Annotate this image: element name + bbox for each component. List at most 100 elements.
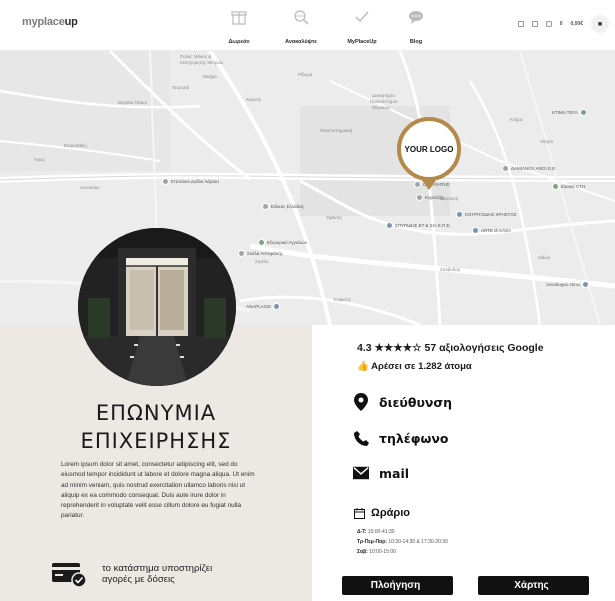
map-label: Πειραιώς	[372, 105, 391, 110]
google-rating[interactable]: 4.3 ★★★★☆ 57 αξιολογήσεις Google	[357, 342, 544, 354]
top-navbar: myplaceup Δωρεάν Ανακαλύψτε MyPlaceUp Bl…	[0, 0, 615, 51]
navigate-button[interactable]: Πλοήγηση	[342, 576, 453, 595]
map-poi[interactable]: Σκάλα Αστυφάνης	[238, 250, 283, 257]
header-tools: 0 0,00€ ■	[517, 14, 609, 34]
place-pin-icon	[552, 183, 559, 190]
heart-icon[interactable]	[531, 21, 538, 27]
place-pin-icon	[502, 165, 509, 172]
business-name-line1: ΕΠΩΝΥΜΙΑ	[95, 401, 217, 425]
map-button[interactable]: Χάρτης	[478, 576, 589, 595]
place-pin-icon	[456, 211, 463, 218]
hours-row: Τρ-Πεμ-Παρ: 10:30-14:30 & 17:30-20:30	[357, 539, 448, 545]
map-label: Σαλβαδόρ	[440, 267, 461, 272]
map-label: Πανεπιστήμιο	[370, 99, 398, 104]
map-label: Πολύς Μάκας &	[180, 54, 212, 59]
likes-text: Αρέσει σε 1.282 άτομα	[371, 361, 472, 372]
facebook-likes: 👍 Αρέσει σε 1.282 άτομα	[357, 361, 472, 372]
calendar-icon	[354, 507, 365, 519]
place-pin-icon	[582, 281, 590, 288]
nav-label-blog: Blog	[409, 39, 423, 45]
place-pin-icon	[472, 227, 479, 234]
credit-card-icon	[52, 560, 88, 588]
map-poi[interactable]: Ξενοδοχείο Olmo	[546, 281, 590, 288]
map-poi[interactable]: ΔΑΜΙΑΝΟΥ ΑΦΟΙ Ε.Ε.	[502, 165, 557, 172]
installments-line1: το κατάστημα υποστηρίζει	[102, 563, 213, 574]
location-pin-icon	[353, 393, 369, 411]
map-label: Διοικητήριο	[372, 93, 395, 98]
map-label: Υφάντες	[326, 215, 343, 220]
gift-icon	[231, 11, 247, 25]
cart-count: 0	[559, 21, 563, 27]
map-label: Πανεπιστημιακή	[320, 128, 353, 133]
map-pin-label: YOUR LOGO	[404, 144, 454, 154]
hours-row: Δ-Τ: 10:00-41:30	[357, 529, 395, 535]
business-name-line2: ΕΠΙΧΕΙΡΗΣΗΣ	[80, 429, 232, 453]
map-poi[interactable]: ARTE di CASA	[472, 227, 511, 234]
nav-item-discover[interactable]: Ανακαλύψτε	[271, 8, 331, 48]
map-label: Λενουαίοι	[80, 185, 100, 190]
address-row[interactable]: διεύθυνση	[353, 393, 453, 411]
map-poi[interactable]: Ελαϊκα CTH	[552, 183, 585, 190]
opening-hours-title: Ωράριο	[354, 507, 410, 519]
installments-line2: αγορές με δόσεις	[102, 574, 175, 585]
thumbs-up-icon: 👍	[357, 361, 372, 372]
logo-text-main: myplace	[22, 16, 65, 28]
phone-row[interactable]: τηλέφωνο	[353, 430, 449, 446]
map-label: Κατηγορητής Μετρών	[180, 60, 224, 65]
map-poi[interactable]: ANAPLASIS	[246, 303, 281, 310]
place-pin-icon	[258, 239, 265, 246]
storefront-photo	[78, 228, 236, 386]
phone-icon	[353, 430, 369, 446]
map-label: Χαρνόλ	[246, 97, 262, 102]
nav-label-discover: Ανακαλύψτε	[285, 39, 317, 45]
map-label: Ευρωπαϊκή	[64, 143, 87, 148]
navigate-label: Πλοήγηση	[370, 580, 421, 591]
chat-bubble-icon	[409, 11, 423, 24]
place-pin-icon	[579, 109, 587, 116]
map-label: Σιγάλα	[255, 259, 269, 264]
place-pin-icon	[162, 178, 169, 185]
mail-row[interactable]: mail	[353, 465, 409, 481]
brand-logo[interactable]: myplaceup	[22, 16, 78, 28]
map-poi[interactable]: ΣΠΥΡΙΔΗΣ ΕΤ & ΣΙΑ Ε.Π.Ε.	[386, 222, 451, 229]
place-pin-icon	[238, 250, 245, 257]
bag-icon: ■	[597, 20, 603, 28]
place-pin-icon	[273, 303, 281, 310]
map-poi[interactable]: KTIMA TEFA	[552, 109, 587, 116]
address-label: διεύθυνση	[379, 394, 453, 410]
cart-button[interactable]: ■	[591, 15, 609, 33]
map-label: Αθηνά	[540, 139, 553, 144]
place-pin-icon	[416, 194, 423, 201]
place-pin-icon	[262, 203, 269, 210]
envelope-icon	[353, 465, 369, 481]
map-logo-pin[interactable]: YOUR LOGO	[397, 117, 461, 181]
map-label: Χάρτης	[514, 580, 549, 591]
cart-amount: 0,00€	[570, 21, 583, 27]
nav-item-myplaceup[interactable]: MyPlaceUp	[332, 8, 392, 48]
nav-item-free[interactable]: Δωρεάν	[209, 8, 269, 48]
phone-label: τηλέφωνο	[379, 430, 449, 446]
map-label: Ρίζωμα	[298, 72, 313, 77]
map-label: Ιαθών	[538, 255, 551, 260]
map-label: Άγιος	[34, 157, 45, 162]
map-label: Κηφισός	[334, 297, 351, 302]
hours-row: Σαβ: 10:00-15:00	[357, 549, 396, 555]
map-label: Μεγάλο Πεύκο	[118, 100, 147, 105]
place-pin-icon	[386, 222, 393, 229]
map-poi[interactable]: Καρατζής	[416, 194, 444, 201]
hours-title-text: Ωράριο	[371, 507, 410, 519]
checkmark-icon	[355, 11, 369, 23]
map-poi[interactable]: ΚΟΥΡΙΤΖΙΔΗΣ ΧΡΗΣΤΟΣ	[456, 211, 517, 218]
nav-item-blog[interactable]: Blog	[386, 8, 446, 48]
map-poi[interactable]: Επιτελικό Διόδιο Λάρισα	[162, 178, 219, 185]
nav-label-myplaceup: MyPlaceUp	[347, 39, 377, 45]
user-icon[interactable]	[517, 21, 524, 27]
map-label: Πετρωτά	[172, 85, 190, 90]
nav-label-free: Δωρεάν	[228, 39, 250, 45]
map-poi[interactable]: Εξωτερικό Αγγελιών	[258, 239, 307, 246]
map-poi[interactable]: Ειδικός Ελλάδας	[262, 203, 304, 210]
search-globe-icon	[294, 10, 309, 25]
map-label: Μνήμα	[203, 74, 217, 79]
mail-label: mail	[379, 465, 410, 481]
compare-icon[interactable]	[545, 21, 552, 27]
